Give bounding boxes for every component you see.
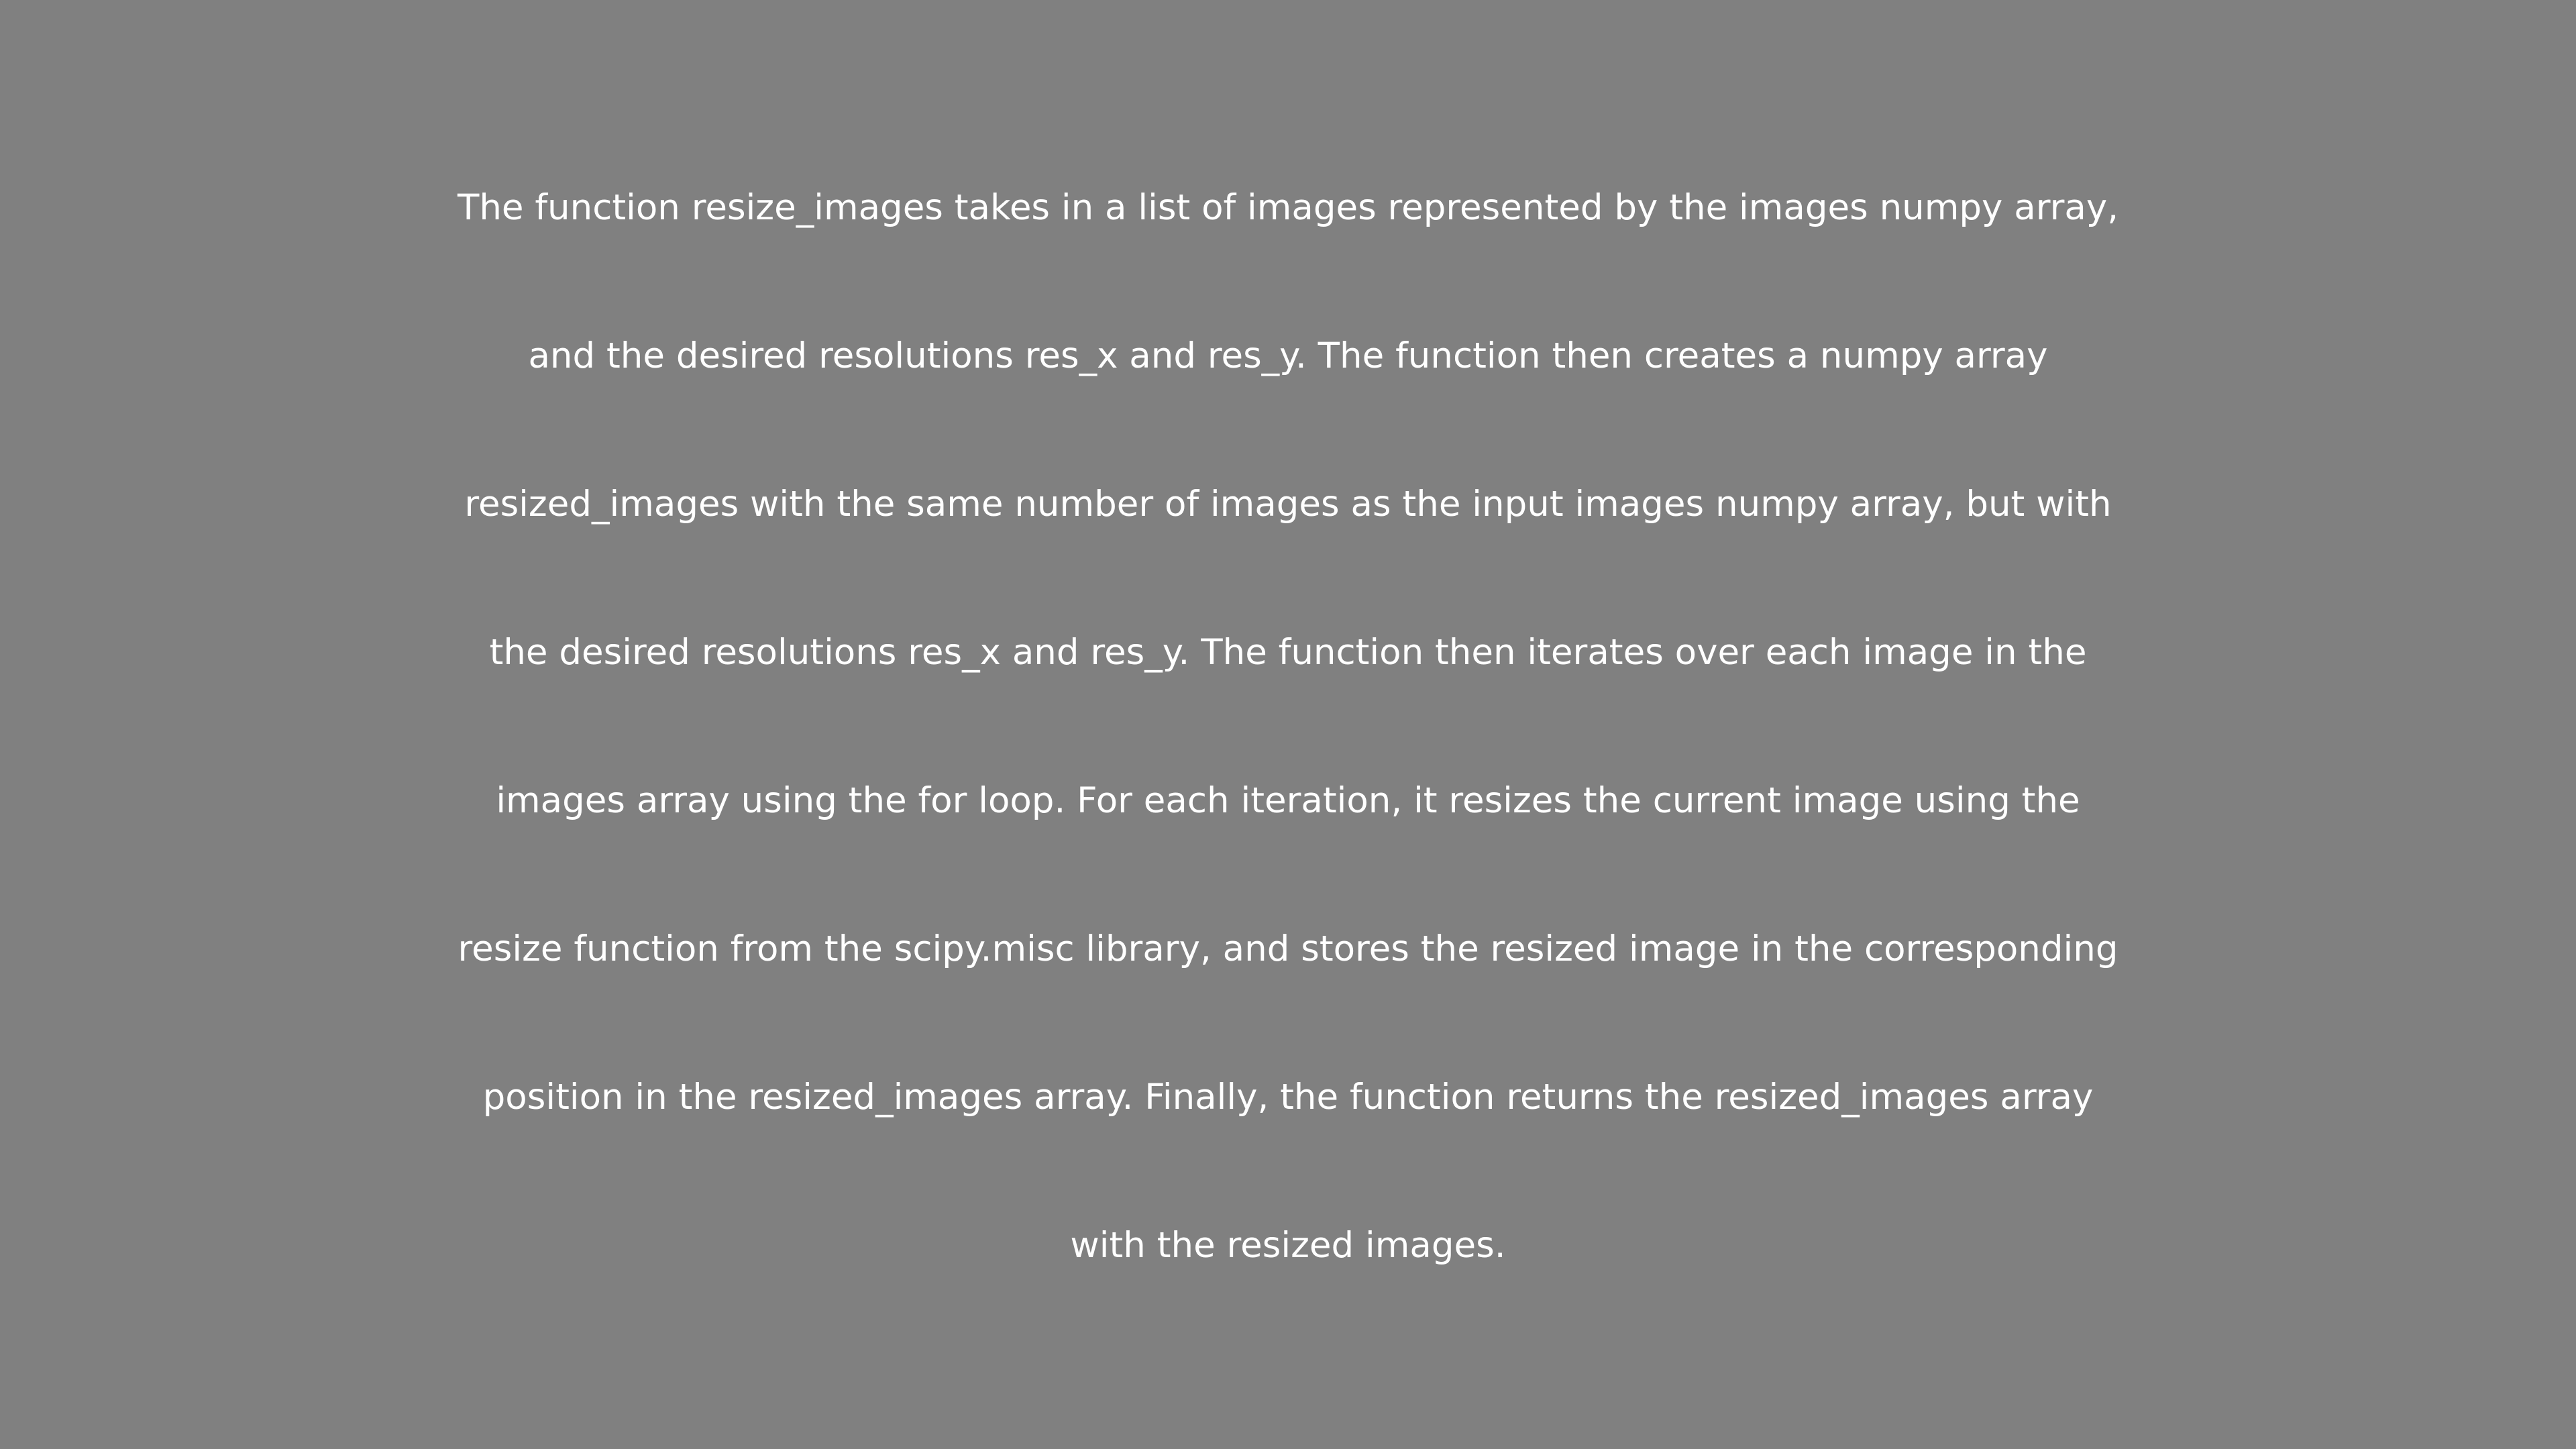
paragraph-line: resized_images with the same number of i… bbox=[464, 484, 2112, 525]
paragraph-line: with the resized images. bbox=[1070, 1225, 1506, 1266]
paragraph-line: The function resize_images takes in a li… bbox=[457, 187, 2119, 228]
paragraph-line: position in the resized_images array. Fi… bbox=[482, 1077, 2094, 1118]
document-page: The function resize_images takes in a li… bbox=[0, 0, 2576, 1449]
paragraph-line: images array using the for loop. For eac… bbox=[496, 780, 2080, 821]
paragraph-line: and the desired resolutions res_x and re… bbox=[528, 335, 2048, 376]
paragraph-line: resize function from the scipy.misc libr… bbox=[458, 928, 2118, 969]
paragraph-line: the desired resolutions res_x and res_y.… bbox=[489, 632, 2087, 673]
